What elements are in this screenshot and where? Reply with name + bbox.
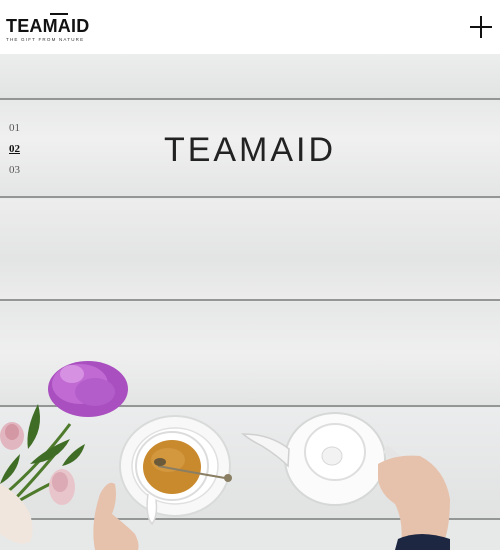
logo-tagline: THE GIFT FROM NATURE	[6, 37, 85, 42]
napkin	[0, 484, 33, 544]
tea-scene-illustration	[0, 361, 450, 550]
teapot	[240, 412, 407, 506]
page: TEAMAID THE GIFT FROM NATURE 01 02 03 TE…	[0, 0, 500, 550]
brand-logo[interactable]: TEAMAID THE GIFT FROM NATURE	[6, 13, 96, 43]
hero-title: TEAMAID	[163, 131, 337, 169]
site-header: TEAMAID THE GIFT FROM NATURE	[0, 0, 500, 54]
logo-text: TEAMAID	[6, 16, 90, 36]
plus-icon[interactable]	[470, 16, 492, 38]
teacup	[119, 415, 232, 526]
peony-flower	[48, 361, 128, 417]
hero-banner: 01 02 03 TEAMAID	[0, 54, 500, 550]
logo-accent-bar	[50, 13, 68, 15]
